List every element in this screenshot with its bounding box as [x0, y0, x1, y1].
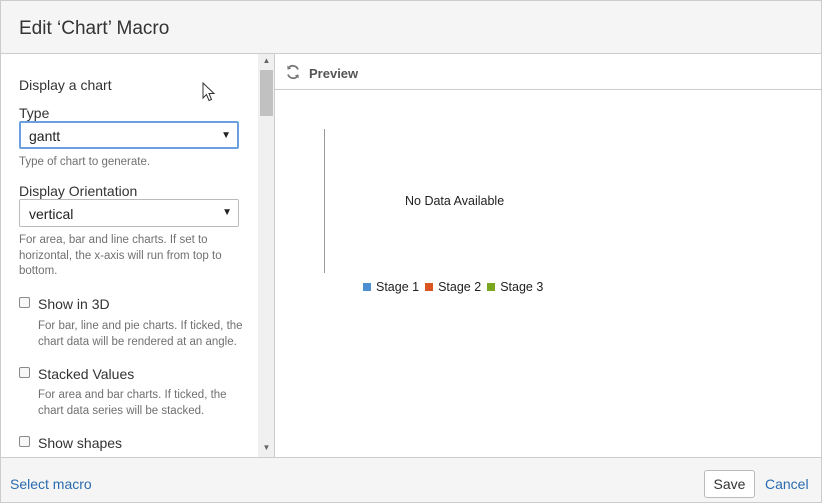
stacked-values-checkbox[interactable] — [19, 367, 30, 378]
show-shapes-label: Show shapes — [38, 435, 123, 451]
stacked-values-help: For area and bar charts. If ticked, the … — [38, 389, 227, 417]
legend-swatch — [425, 283, 434, 291]
type-select[interactable]: gantt ▼ — [19, 121, 239, 149]
preview-header: Preview — [275, 54, 821, 90]
type-help: Type of chart to generate. — [19, 156, 151, 168]
chart-legend: Stage 1 Stage 2 Stage 3 — [363, 280, 549, 294]
dialog-header: Edit ‘Chart’ Macro — [1, 1, 821, 54]
orientation-help: For area, bar and line charts. If set to… — [19, 234, 222, 277]
mouse-pointer-icon — [202, 82, 216, 102]
type-label: Type — [19, 105, 50, 121]
legend-swatch — [363, 283, 371, 291]
legend-label: Stage 2 — [438, 280, 482, 294]
dialog-footer: Select macro Save Cancel — [1, 457, 821, 502]
legend-item: Stage 3 — [487, 280, 543, 294]
type-select-value: gantt — [29, 128, 61, 144]
edit-macro-dialog: Edit ‘Chart’ Macro Display a chart Type … — [0, 0, 822, 503]
dialog-title: Edit ‘Chart’ Macro — [19, 18, 170, 39]
chevron-down-icon: ▼ — [222, 207, 232, 218]
macro-parameters-panel: Display a chart Type gantt ▼ Type of cha… — [1, 54, 275, 457]
scroll-up-arrow-icon[interactable]: ▲ — [258, 56, 274, 68]
preview-label: Preview — [309, 66, 359, 81]
legend-item: Stage 1 — [363, 280, 419, 294]
preview-panel: Preview No Data Available Stage 1 Stage … — [275, 54, 821, 457]
orientation-select[interactable]: vertical ▼ — [19, 199, 239, 227]
scrollbar-thumb[interactable] — [260, 70, 273, 116]
show-shapes-checkbox[interactable] — [19, 436, 30, 447]
orientation-select-value: vertical — [29, 206, 74, 222]
section-title: Display a chart — [19, 77, 112, 93]
save-button[interactable]: Save — [704, 470, 755, 498]
legend-label: Stage 1 — [376, 280, 420, 294]
legend-item: Stage 2 — [425, 280, 481, 294]
chart-axis — [324, 129, 325, 273]
legend-label: Stage 3 — [500, 280, 544, 294]
no-data-message: No Data Available — [405, 194, 505, 208]
legend-swatch — [487, 283, 496, 291]
parameters-content: Display a chart Type gantt ▼ Type of cha… — [1, 54, 257, 457]
parameters-scrollbar[interactable]: ▲ ▼ — [258, 54, 274, 457]
show-3d-help: For bar, line and pie charts. If ticked,… — [38, 320, 243, 348]
orientation-label: Display Orientation — [19, 183, 138, 199]
show-3d-checkbox[interactable] — [19, 297, 30, 308]
refresh-icon[interactable] — [285, 64, 301, 80]
select-macro-link[interactable]: Select macro — [10, 476, 92, 492]
stacked-values-label: Stacked Values — [38, 366, 135, 382]
cancel-link[interactable]: Cancel — [765, 476, 809, 492]
chevron-down-icon: ▼ — [221, 130, 231, 141]
scroll-down-arrow-icon[interactable]: ▼ — [258, 443, 274, 455]
show-3d-label: Show in 3D — [38, 296, 110, 312]
